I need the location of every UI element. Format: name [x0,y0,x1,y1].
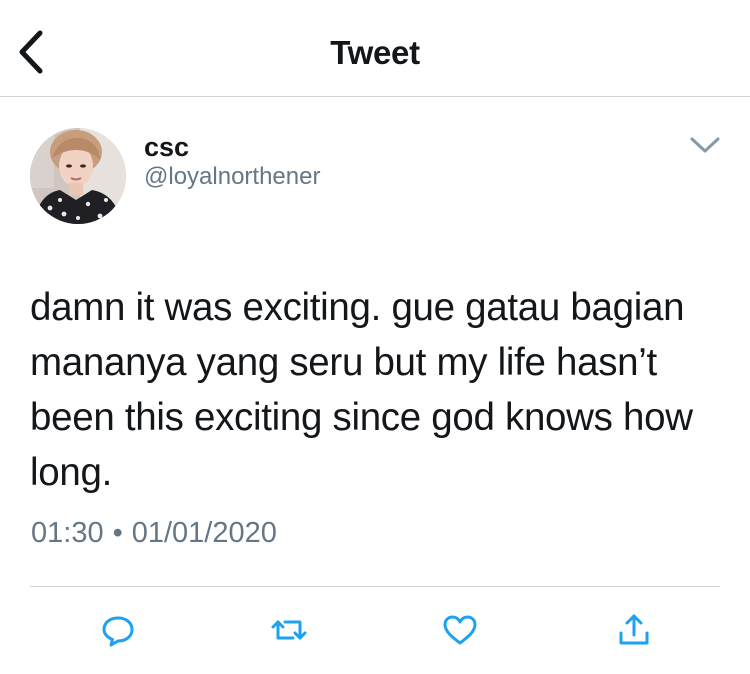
tweet-time: 01:30 [31,517,104,549]
reply-icon [102,616,134,647]
page-title: Tweet [330,34,420,71]
tweet-menu-button[interactable] [688,133,722,157]
reply-button[interactable] [98,610,138,650]
chevron-down-icon [690,137,720,153]
like-icon [443,615,477,645]
tweet-text: damn it was exciting. gue gatau bagian m… [30,286,693,494]
author-handle[interactable]: @loyalnorthener [144,163,320,191]
top-navigation-bar: Tweet [0,0,750,97]
avatar[interactable] [30,128,126,224]
like-button[interactable] [440,610,480,650]
share-button[interactable] [614,610,654,650]
profile-photo [30,128,126,224]
author-display-name[interactable]: csc [144,132,189,163]
share-icon [619,614,649,645]
tweet-date: 01/01/2020 [131,517,277,549]
tweet-timestamp: 01:30 • 01/01/2020 [31,517,277,550]
retweet-icon [271,620,307,640]
retweet-button[interactable] [269,610,309,650]
divider [30,586,720,587]
meta-separator: • [112,517,123,549]
